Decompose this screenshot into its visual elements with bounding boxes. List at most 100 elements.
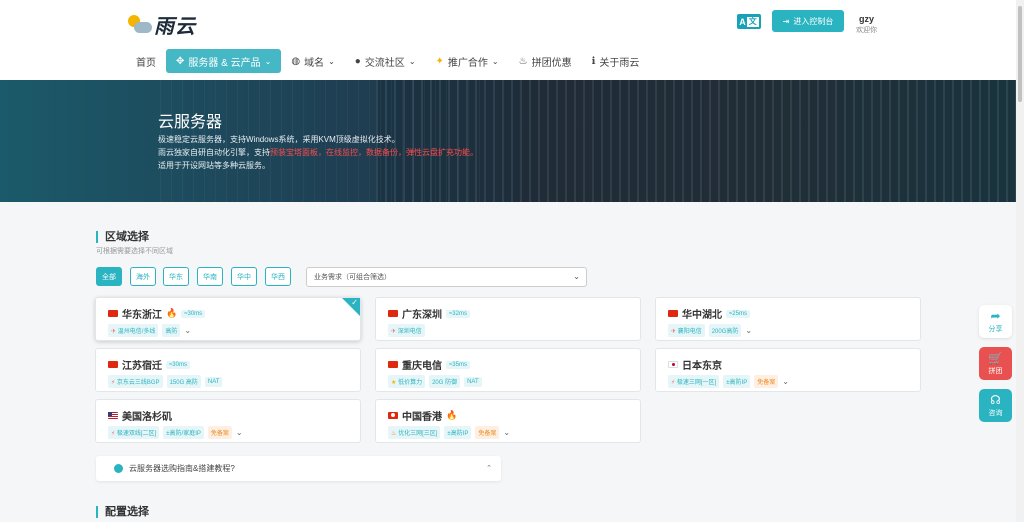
region-card-hubei[interactable]: 华中湖北 ≈25ms ✈ 襄阳电信 200G高防 ⌄	[655, 297, 921, 341]
china-flag-icon	[388, 361, 398, 368]
nav-promote[interactable]: ✦ 推广合作 ⌄	[426, 49, 509, 73]
chevron-up-icon: ⌃	[486, 465, 492, 472]
japan-flag-icon	[668, 361, 678, 368]
chevron-down-icon[interactable]: ⌄	[236, 428, 243, 437]
fire-icon: 🔥	[446, 410, 458, 420]
region-tag: ⚡ 极速三网[一区]	[668, 375, 720, 388]
fire-icon: 🔥	[166, 308, 178, 318]
latency-badge: ≈30ms	[181, 309, 206, 318]
banner-line-1: 极速稳定云服务器，支持Windows系统，采用KVM顶级虚拟化技术。	[158, 135, 400, 144]
nav-about[interactable]: ℹ 关于雨云	[582, 49, 650, 73]
hongkong-flag-icon	[388, 412, 398, 419]
filter-west-china[interactable]: 华西	[265, 267, 291, 286]
cubes-icon: ✥	[176, 55, 185, 67]
banner-line-3: 适用于开设网站等多种云服务。	[158, 161, 270, 170]
latency-badge: ≈30ms	[166, 360, 190, 369]
share-icon: ➦	[990, 308, 1001, 323]
hero-banner	[0, 80, 1016, 202]
region-tag: ★ 低价算力	[388, 375, 426, 388]
chevron-down-icon[interactable]: ⌄	[782, 377, 789, 386]
latency-badge: ≈35ms	[446, 360, 470, 369]
info-icon: ℹ	[591, 55, 596, 67]
filter-overseas[interactable]: 海外	[130, 267, 156, 286]
chevron-down-icon: ⌄	[573, 272, 580, 281]
region-card-zhejiang[interactable]: ✓ 华东浙江 🔥 ≈30ms ✈ 温州电信/多线 高防 ⌄	[95, 297, 361, 341]
chevron-down-icon[interactable]: ⌄	[745, 326, 752, 335]
consult-button[interactable]: ☊ 咨询	[979, 389, 1012, 422]
enter-console-button[interactable]: ⇥ 进入控制台	[772, 10, 844, 32]
region-tag: ✈ 温州电信/多线	[108, 324, 159, 337]
region-tag: ⚡ 京东云三线BGP	[108, 375, 163, 388]
chevron-down-icon: ⌄	[264, 56, 272, 66]
region-tag: ⚡ 极速双线[二区]	[108, 426, 160, 439]
user-menu[interactable]: gzy 欢迎你	[856, 14, 877, 35]
region-tag: 高防	[162, 324, 181, 337]
user-name: gzy	[858, 14, 874, 24]
translate-icon: A	[739, 16, 746, 27]
chat-icon	[114, 464, 123, 473]
sparkle-icon: ✦	[435, 55, 444, 67]
filter-all[interactable]: 全部	[96, 267, 122, 286]
nav-domain[interactable]: ◍ 域名 ⌄	[281, 49, 344, 73]
region-tag: ♨ 优化三网[三区]	[388, 426, 441, 439]
region-section-subtitle: 可根据需要选择不同区域	[96, 248, 173, 255]
nav-community[interactable]: ● 交流社区 ⌄	[345, 49, 426, 73]
page-title: 云服务器	[158, 114, 223, 131]
region-tag: NAT	[204, 376, 223, 387]
globe-icon: ◍	[291, 55, 301, 67]
chevron-down-icon: ⌄	[408, 56, 416, 66]
region-tag: 免备案	[754, 375, 779, 388]
region-tag: ✈ 襄阳电信	[668, 324, 705, 337]
top-header: 雨云 A文 ⇥ 进入控制台 gzy 欢迎你 首页 ✥ 服务器 & 云产品 ⌄ ◍…	[0, 0, 1016, 80]
region-card-shenzhen[interactable]: 广东深圳 ≈32ms ✈ 深圳电信	[375, 297, 641, 341]
fire-icon: ♨	[518, 55, 528, 67]
latency-badge: ≈32ms	[446, 309, 470, 318]
region-tag: ±高防IP	[723, 375, 751, 388]
region-card-tokyo[interactable]: 日本东京 ⚡ 极速三网[一区] ±高防IP 免备案 ⌄	[655, 348, 921, 392]
region-card-suqian[interactable]: 江苏宿迁 ≈30ms ⚡ 京东云三线BGP 150G 高防 NAT	[95, 348, 361, 392]
china-flag-icon	[108, 310, 118, 317]
region-tag: ±高防/家庭IP	[163, 426, 204, 439]
region-card-chongqing[interactable]: 重庆电信 ≈35ms ★ 低价算力 20G 防御 NAT	[375, 348, 641, 392]
region-tag: ✈ 深圳电信	[388, 324, 425, 337]
brand-logo[interactable]: 雨云	[126, 10, 196, 39]
purchase-guide-accordion[interactable]: 云服务器选购指南&搭建教程? ⌃	[96, 456, 501, 481]
region-tag: 20G 防御	[429, 375, 461, 388]
group-buy-button[interactable]: 🛒 拼团	[979, 347, 1012, 380]
nav-servers[interactable]: ✥ 服务器 & 云产品 ⌄	[166, 49, 282, 73]
share-button[interactable]: ➦ 分享	[979, 305, 1012, 338]
console-label: 进入控制台	[793, 16, 834, 26]
chevron-down-icon[interactable]: ⌄	[503, 428, 510, 437]
china-flag-icon	[108, 361, 118, 368]
latency-badge: ≈25ms	[726, 309, 750, 318]
scrollbar-thumb[interactable]	[1018, 6, 1022, 102]
business-needs-select[interactable]: 业务需求（可组合筛选） ⌄	[306, 267, 587, 287]
user-welcome: 欢迎你	[856, 27, 877, 34]
nav-home[interactable]: 首页	[126, 49, 166, 73]
config-section-title: 配置选择	[96, 506, 149, 518]
region-card-los-angeles[interactable]: 美国洛杉矶 ⚡ 极速双线[二区] ±高防/家庭IP 免备案 ⌄	[95, 399, 361, 443]
login-icon: ⇥	[782, 16, 790, 26]
main-nav: 首页 ✥ 服务器 & 云产品 ⌄ ◍ 域名 ⌄ ● 交流社区 ⌄ ✦ 推广合作 …	[126, 49, 649, 73]
region-section-title: 区域选择	[96, 231, 149, 243]
chevron-down-icon[interactable]: ⌄	[184, 326, 191, 335]
filter-central-china[interactable]: 华中	[231, 267, 257, 286]
check-icon: ✓	[351, 298, 358, 307]
filter-east-china[interactable]: 华东	[163, 267, 189, 286]
banner-line-2: 雨云独家自研自动化引擎，支持预装宝塔面板，在线监控，数据备份，弹性云盘扩充功能。	[158, 148, 478, 157]
guide-label: 云服务器选购指南&搭建教程?	[129, 464, 235, 473]
filter-south-china[interactable]: 华南	[197, 267, 223, 286]
china-flag-icon	[668, 310, 678, 317]
region-card-hongkong[interactable]: 中国香港 🔥 ♨ 优化三网[三区] ±高防IP 免备案 ⌄	[375, 399, 641, 443]
cart-icon: 🛒	[988, 350, 1003, 365]
region-tag: 免备案	[207, 426, 232, 439]
headset-icon: ☊	[990, 392, 1001, 407]
language-switch-button[interactable]: A文	[737, 14, 761, 29]
logo-text: 雨云	[154, 16, 196, 38]
nav-group-deal[interactable]: ♨ 拼团优惠	[509, 49, 582, 73]
usa-flag-icon	[108, 412, 118, 419]
region-tag: NAT	[464, 376, 482, 387]
region-tag: 免备案	[475, 426, 500, 439]
comment-icon: ●	[354, 55, 361, 67]
chevron-down-icon: ⌄	[328, 56, 335, 66]
